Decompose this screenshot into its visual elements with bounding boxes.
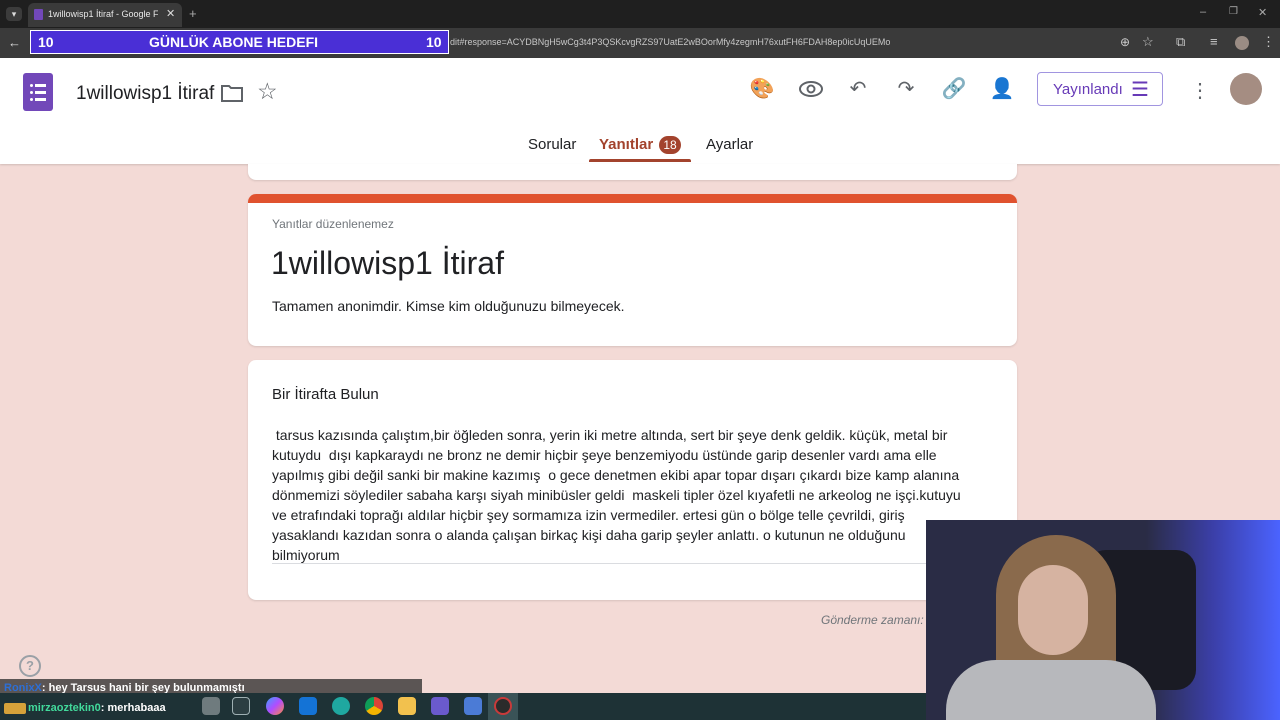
browser-tab[interactable]: 1willowisp1 İtiraf - Google Forms ✕ <box>28 3 182 27</box>
webcam-person-shirt <box>946 660 1156 720</box>
url-text[interactable]: dit#response=ACYDBNgH5wCg3t4P3QSKcvgRZS9… <box>450 37 890 47</box>
edge-icon[interactable] <box>332 697 350 715</box>
tab-list-icon[interactable]: ▾ <box>6 7 22 21</box>
summary-card-remnant <box>248 164 1017 180</box>
chat-username: mirzaoztekin0 <box>28 702 101 714</box>
zoom-icon[interactable]: ⊕ <box>1120 35 1130 49</box>
palette-icon[interactable]: 🎨 <box>749 76 775 102</box>
forms-favicon-icon <box>34 9 43 20</box>
help-icon[interactable]: ? <box>19 655 41 677</box>
goal-left-count: 10 <box>38 34 54 50</box>
browser-menu-icon[interactable]: ⋮ <box>1262 34 1275 50</box>
answer-line: yasaklandı kazıdan sonra o alanda çalışa… <box>272 527 906 543</box>
goal-right-count: 10 <box>426 34 442 50</box>
tab-questions[interactable]: Sorular <box>528 136 576 153</box>
answer-line: tarsus kazısında çalıştım,bir öğleden so… <box>272 427 948 443</box>
question-title: Bir İtirafta Bulun <box>272 386 379 403</box>
tab-responses[interactable]: Yanıtlar <box>599 136 653 153</box>
folder-icon[interactable] <box>221 84 243 102</box>
tab-settings[interactable]: Ayarlar <box>706 136 753 153</box>
preview-eye-icon[interactable] <box>798 80 824 98</box>
obs-icon[interactable] <box>494 697 512 715</box>
add-collaborator-icon[interactable]: 👤 <box>989 76 1015 102</box>
link-icon[interactable]: 🔗 <box>941 76 967 102</box>
file-explorer-icon[interactable] <box>398 697 416 715</box>
store-icon[interactable] <box>431 697 449 715</box>
published-button[interactable]: Yayınlandı ☰ <box>1037 72 1163 106</box>
active-tab-indicator <box>589 159 691 162</box>
outlook-icon[interactable] <box>299 697 317 715</box>
answer-underline <box>272 563 988 564</box>
copilot-icon[interactable] <box>266 697 284 715</box>
goal-title: GÜNLÜK ABONE HEDEFI <box>149 34 319 50</box>
responses-locked-note: Yanıtlar düzenlenemez <box>272 217 394 231</box>
published-button-label: Yayınlandı <box>1053 81 1123 98</box>
form-title-header[interactable]: 1willowisp1 İtiraf <box>76 83 214 105</box>
answer-text: tarsus kazısında çalıştım,bir öğleden so… <box>272 425 988 565</box>
answer-line: kutuydu dışı kapkaraydı ne bronz ne demi… <box>272 447 937 463</box>
more-options-icon[interactable]: ⋮ <box>1190 78 1210 103</box>
extensions-icon[interactable]: ⧉ <box>1176 34 1185 50</box>
browser-tab-bar: ▾ 1willowisp1 İtiraf - Google Forms ✕ + … <box>0 0 1280 28</box>
task-view-icon[interactable] <box>232 697 250 715</box>
forms-logo-icon[interactable] <box>23 73 53 111</box>
chat-badge-icon <box>4 702 26 714</box>
user-avatar[interactable] <box>1230 73 1262 105</box>
subscriber-goal-overlay: 10 GÜNLÜK ABONE HEDEFI 10 <box>30 30 449 54</box>
forms-header: 1willowisp1 İtiraf ☆ 🎨 ↶ ↷ 🔗 👤 Yayınland… <box>0 58 1280 164</box>
undo-icon[interactable]: ↶ <box>845 76 871 102</box>
back-arrow-icon[interactable]: ← <box>8 35 21 50</box>
chat-message: mirzaoztekin0: merhabaaa <box>4 702 166 714</box>
star-icon[interactable]: ☆ <box>257 78 278 105</box>
answer-line: yapılmış gibi değil sanki bir makine kaz… <box>272 467 960 483</box>
close-tab-icon[interactable]: ✕ <box>166 7 175 20</box>
publish-settings-icon: ☰ <box>1131 79 1149 101</box>
submitted-time-label: Gönderme zamanı: 5 <box>821 613 934 627</box>
form-title: 1willowisp1 İtiraf <box>271 245 504 281</box>
profile-avatar[interactable] <box>1235 36 1249 50</box>
chat-text: : merhabaaa <box>100 702 166 714</box>
new-tab-icon[interactable]: + <box>189 6 197 21</box>
terminal-icon[interactable] <box>464 697 482 715</box>
webcam-person-face <box>1018 565 1088 655</box>
answer-line: ve etrafındaki toprağı aldılar hiçbir şe… <box>272 507 905 523</box>
title-card-accent-bar <box>248 194 1017 203</box>
media-icon[interactable]: ≡ <box>1210 34 1218 49</box>
taskbar-search-icon[interactable] <box>202 697 220 715</box>
restore-icon[interactable]: ❐ <box>1229 6 1238 17</box>
answer-line: dönmemizi söylediler sabaha karşı siyah … <box>272 487 961 503</box>
redo-icon[interactable]: ↷ <box>893 76 919 102</box>
minimize-icon[interactable]: – <box>1200 6 1206 18</box>
chrome-icon[interactable] <box>365 697 383 715</box>
responses-count-badge: 18 <box>659 136 681 154</box>
webcam-feed <box>926 520 1280 720</box>
answer-line: bilmiyorum <box>272 547 340 563</box>
form-description: Tamamen anonimdir. Kimse kim olduğunuzu … <box>272 298 625 314</box>
bookmark-star-icon[interactable]: ☆ <box>1142 34 1154 50</box>
browser-tab-title: 1willowisp1 İtiraf - Google Forms <box>48 9 158 19</box>
close-window-icon[interactable]: ✕ <box>1258 6 1267 19</box>
form-title-card: Yanıtlar düzenlenemez 1willowisp1 İtiraf… <box>248 194 1017 346</box>
